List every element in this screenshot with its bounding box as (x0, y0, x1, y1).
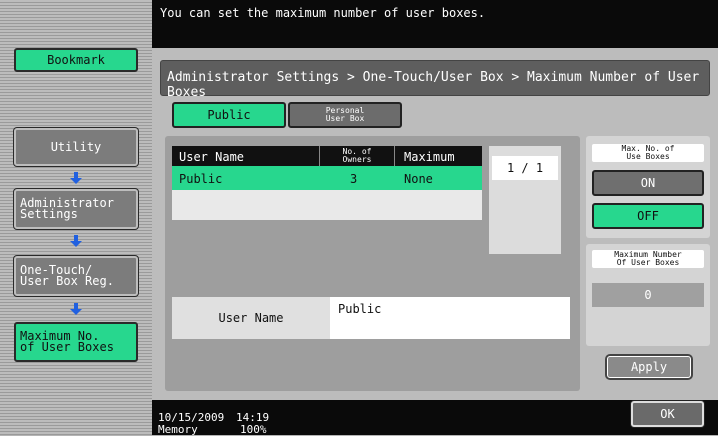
message-bar: You can set the maximum number of user b… (152, 0, 718, 48)
cell-user-name: Public (179, 172, 223, 186)
max-boxes-label: Max. No. of Use Boxes (592, 144, 704, 162)
apply-button[interactable]: Apply (607, 356, 691, 378)
cell-maximum: None (404, 172, 433, 186)
max-number-label: Maximum Number Of User Boxes (592, 250, 704, 268)
sidebar-item-administrator-settings[interactable]: Administrator Settings (14, 189, 138, 229)
on-button[interactable]: ON (592, 170, 704, 196)
tab-personal-user-box[interactable]: Personal User Box (288, 102, 402, 128)
status-date: 10/15/2009 (158, 411, 225, 424)
arrow-down-icon (70, 303, 82, 315)
sidebar-item-one-touch-user-box-reg[interactable]: One-Touch/ User Box Reg. (14, 256, 138, 296)
column-header-owners: No. of Owners (342, 147, 372, 164)
sidebar-item-utility[interactable]: Utility (14, 128, 138, 166)
page-indicator: 1 / 1 (492, 156, 558, 180)
memory-label: Memory (158, 423, 198, 436)
breadcrumb-text: Administrator Settings > One-Touch/User … (167, 70, 700, 100)
cell-owners: 3 (350, 172, 358, 186)
user-name-value: Public (338, 302, 382, 316)
memory-value: 100% (240, 423, 267, 436)
column-header-user-name: User Name (179, 150, 245, 164)
message-text: You can set the maximum number of user b… (160, 6, 486, 20)
column-divider (394, 146, 395, 166)
breadcrumb: Administrator Settings > One-Touch/User … (160, 60, 710, 100)
off-button[interactable]: OFF (592, 203, 704, 229)
arrow-down-icon (70, 172, 82, 184)
arrow-down-icon (70, 235, 82, 247)
tab-public[interactable]: Public (172, 102, 286, 128)
bookmark-button[interactable]: Bookmark (14, 48, 138, 72)
status-time: 14:19 (236, 411, 270, 424)
max-number-value[interactable]: 0 (592, 283, 704, 307)
user-name-label: User Name (172, 297, 330, 339)
column-header-maximum: Maximum (404, 150, 455, 164)
sidebar-item-maximum-no-of-user-boxes[interactable]: Maximum No. of User Boxes (14, 322, 138, 362)
ok-button[interactable]: OK (631, 401, 704, 427)
